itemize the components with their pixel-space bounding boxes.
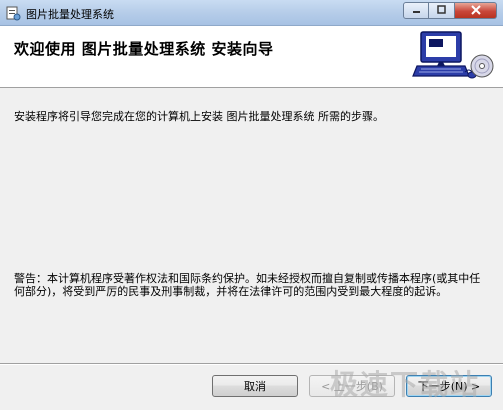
minimize-button[interactable]: [403, 2, 429, 19]
copyright-warning: 警告：本计算机程序受著作权法和国际条约保护。如未经授权而擅自复制或传播本程序(或…: [14, 272, 481, 298]
close-button[interactable]: [455, 2, 497, 19]
header-title: 欢迎使用 图片批量处理系统 安装向导: [14, 40, 274, 58]
title-bar[interactable]: 图片批量处理系统: [0, 0, 503, 26]
cancel-button[interactable]: 取消: [212, 375, 298, 397]
site-watermark: 极速下载站: [330, 368, 481, 401]
close-icon: [470, 4, 481, 18]
app-icon: [6, 6, 21, 21]
computer-with-disc-icon: [412, 31, 494, 79]
wizard-header: 欢迎使用 图片批量处理系统 安装向导: [0, 26, 503, 88]
window-title: 图片批量处理系统: [26, 8, 114, 21]
minimize-icon: [412, 5, 421, 17]
maximize-icon: [437, 4, 446, 17]
window-controls: [403, 2, 497, 20]
intro-text: 安装程序将引导您完成在您的计算机上安装 图片批量处理系统 所需的步骤。: [14, 110, 384, 123]
maximize-button[interactable]: [429, 2, 455, 19]
